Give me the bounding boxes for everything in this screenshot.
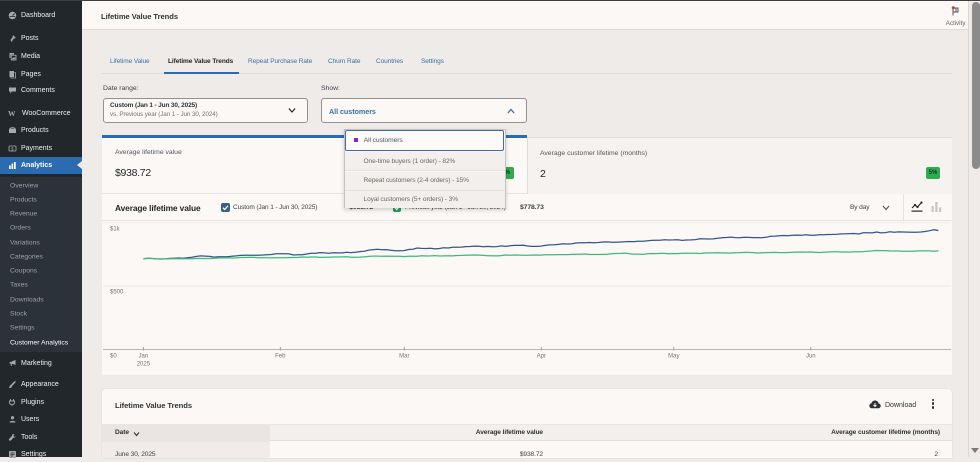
svg-text:Feb: Feb <box>275 354 286 360</box>
svg-text:$500: $500 <box>110 290 124 296</box>
svg-text:$: $ <box>11 146 14 151</box>
svg-text:Mar: Mar <box>399 354 409 360</box>
svg-text:$0: $0 <box>110 354 117 360</box>
svg-text:2025: 2025 <box>137 361 151 367</box>
svg-text:Jun: Jun <box>806 354 816 360</box>
svg-text:May: May <box>668 354 679 360</box>
svg-text:Jan: Jan <box>139 354 149 360</box>
svg-text:$1k: $1k <box>110 226 121 232</box>
svg-text:Apr: Apr <box>537 354 546 360</box>
svg-text:W: W <box>8 109 16 118</box>
